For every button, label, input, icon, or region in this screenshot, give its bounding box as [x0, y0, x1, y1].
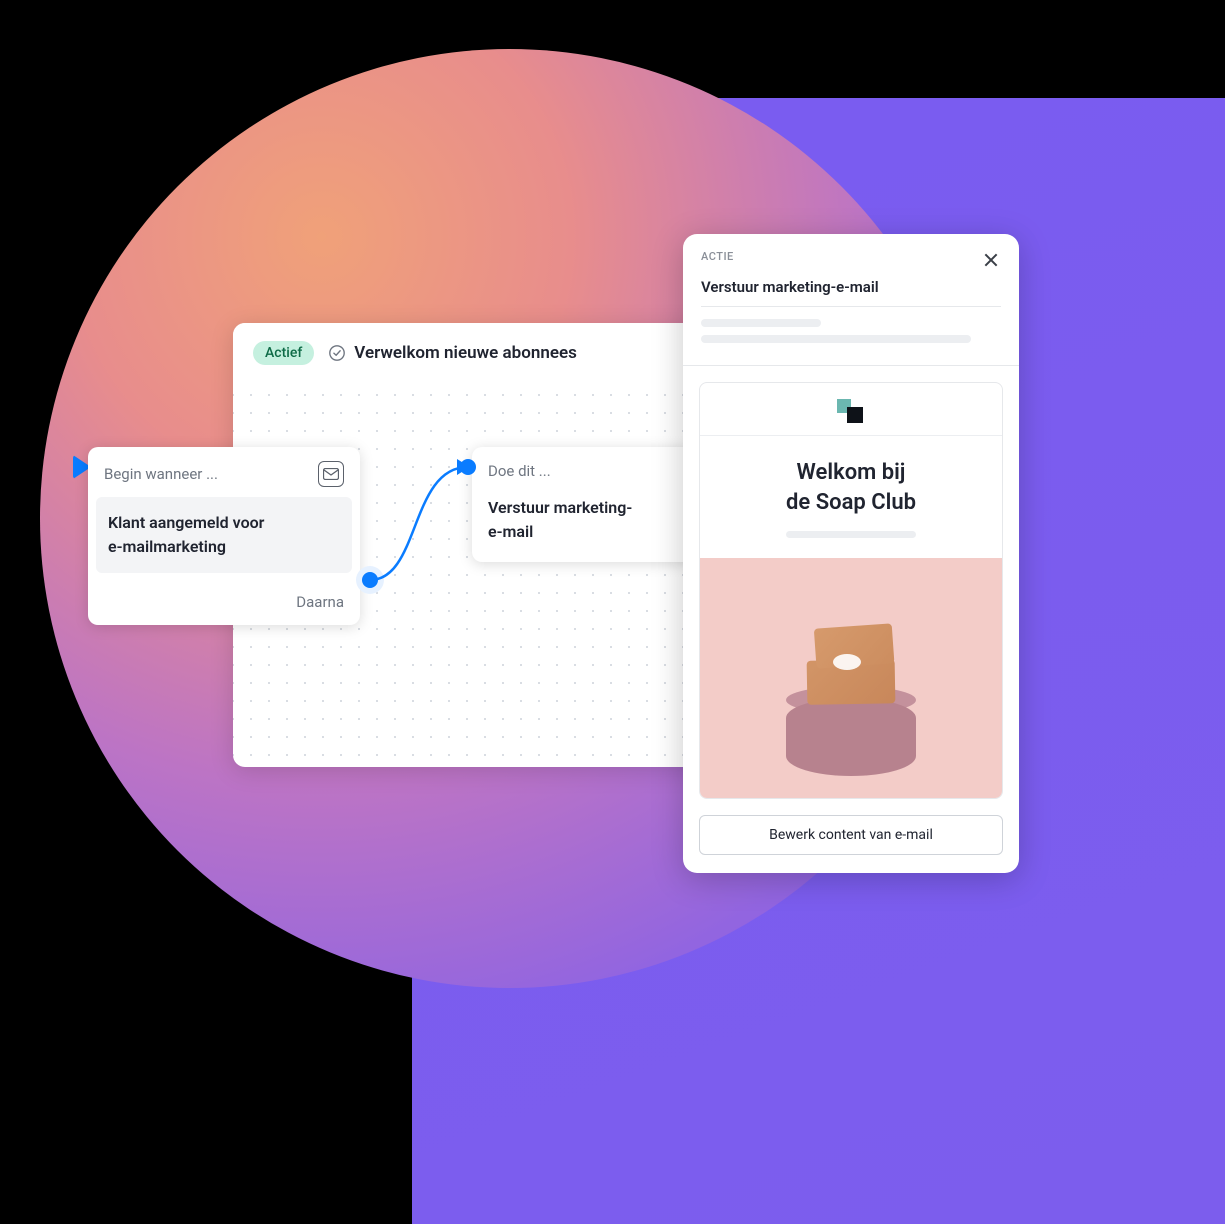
action-side-panel: ACTIE Verstuur marketing-e-mail Welkom b…	[683, 234, 1019, 873]
connector-end-dot[interactable]	[460, 459, 476, 475]
trigger-top-label: Begin wanneer ...	[104, 465, 218, 483]
trigger-card-header: Begin wanneer ...	[88, 447, 360, 497]
email-hero-image	[700, 558, 1002, 798]
status-badge: Actief	[253, 341, 314, 365]
skeleton-line	[786, 531, 916, 538]
panel-title: Verstuur marketing-e-mail	[683, 270, 1019, 306]
close-icon[interactable]	[981, 250, 1001, 270]
trigger-footer: Daarna	[88, 583, 360, 625]
skeleton-placeholder	[683, 307, 1019, 365]
skeleton-line	[701, 319, 821, 327]
email-headline: Welkom bij de Soap Club	[700, 436, 1002, 558]
email-logo	[700, 383, 1002, 435]
skeleton-line	[701, 335, 971, 343]
email-headline-line1: Welkom bij	[797, 460, 906, 485]
check-circle-icon	[328, 344, 346, 362]
email-preview-card[interactable]: Welkom bij de Soap Club	[699, 382, 1003, 799]
trigger-body-line2: e-mailmarketing	[108, 535, 340, 559]
canvas-title-row: Verwelkom nieuwe abonnees	[328, 343, 577, 363]
panel-eyebrow: ACTIE	[701, 250, 734, 263]
connector-start-dot[interactable]	[362, 572, 378, 588]
trigger-card[interactable]: Begin wanneer ... Klant aangemeld voor e…	[88, 447, 360, 625]
trigger-body-line1: Klant aangemeld voor	[108, 511, 340, 535]
edit-email-content-button[interactable]: Bewerk content van e-mail	[699, 815, 1003, 855]
connector-path	[360, 445, 500, 605]
email-headline-line2: de Soap Club	[786, 490, 916, 515]
canvas-title: Verwelkom nieuwe abonnees	[354, 343, 577, 363]
trigger-body: Klant aangemeld voor e-mailmarketing	[96, 497, 352, 573]
logo-squares-icon	[837, 399, 865, 423]
divider	[683, 365, 1019, 366]
panel-header: ACTIE	[683, 234, 1019, 270]
mail-icon	[318, 461, 344, 487]
